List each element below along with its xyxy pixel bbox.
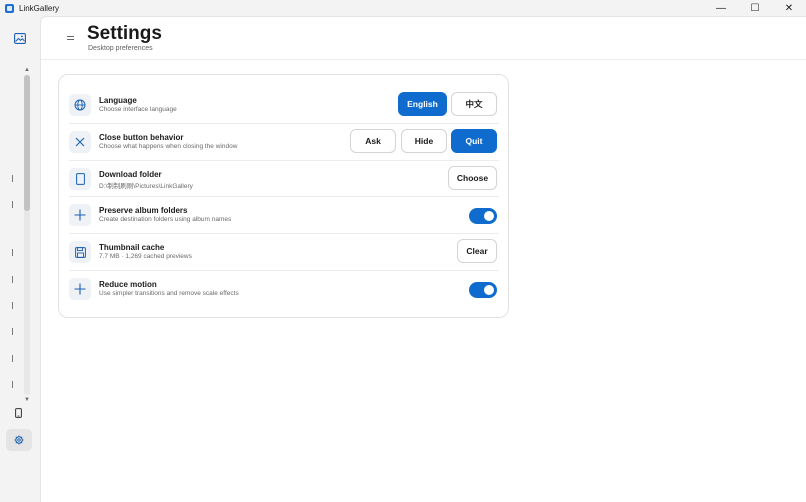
reduce-motion-icon-box bbox=[69, 278, 91, 300]
setting-row-download-folder: Download folder D:\制制刷刷\Pictures\LinkGal… bbox=[69, 160, 499, 196]
thumbnail-cache-icon-box bbox=[69, 241, 91, 263]
toggle-knob bbox=[484, 285, 494, 295]
setting-title: Download folder bbox=[99, 170, 162, 179]
setting-row-thumbnail-cache: Thumbnail cache 7.7 MB · 1,269 cached pr… bbox=[69, 233, 499, 269]
title-bar: LinkGallery — ☐ ✕ bbox=[0, 0, 806, 16]
setting-title: Language bbox=[99, 96, 137, 105]
language-icon-box bbox=[69, 94, 91, 116]
setting-description: Choose what happens when closing the win… bbox=[99, 143, 238, 150]
maximize-button[interactable]: ☐ bbox=[738, 0, 772, 16]
reduce-motion-toggle[interactable] bbox=[469, 282, 497, 298]
scrollbar-thumb[interactable] bbox=[24, 75, 30, 211]
minimize-button[interactable]: — bbox=[704, 0, 738, 16]
page-title: Settings bbox=[87, 23, 162, 44]
cache-size-info: 7.7 MB · 1,269 cached previews bbox=[99, 253, 192, 260]
setting-title: Close button behavior bbox=[99, 133, 184, 142]
phone-icon bbox=[14, 408, 22, 418]
sidebar-item-collapsed[interactable] bbox=[12, 302, 16, 309]
setting-row-language: Language Choose interface language Engli… bbox=[69, 87, 499, 123]
close-icon bbox=[75, 137, 85, 147]
setting-title: Thumbnail cache bbox=[99, 243, 165, 252]
sidebar: ▲ ▼ bbox=[0, 16, 40, 502]
sidebar-item-collapsed[interactable] bbox=[12, 381, 16, 388]
scrollbar-track[interactable] bbox=[24, 75, 30, 395]
window-controls: — ☐ ✕ bbox=[704, 0, 806, 16]
clear-cache-button[interactable]: Clear bbox=[457, 239, 497, 263]
setting-title: Preserve album folders bbox=[99, 206, 188, 215]
save-icon bbox=[74, 246, 86, 258]
choose-folder-button[interactable]: Choose bbox=[448, 166, 497, 190]
toggle-knob bbox=[484, 211, 494, 221]
sidebar-item-collapsed[interactable] bbox=[12, 355, 16, 362]
close-ask-button[interactable]: Ask bbox=[350, 129, 396, 153]
app-logo-icon bbox=[5, 3, 14, 13]
language-english-button[interactable]: English bbox=[398, 92, 447, 116]
setting-title: Reduce motion bbox=[99, 280, 157, 289]
sidebar-item-collapsed[interactable] bbox=[12, 175, 16, 182]
preserve-album-icon-box bbox=[69, 204, 91, 226]
language-chinese-button[interactable]: 中文 bbox=[451, 92, 497, 116]
sidebar-item-collapsed[interactable] bbox=[12, 328, 16, 335]
download-folder-icon-box bbox=[69, 168, 91, 190]
close-window-button[interactable]: ✕ bbox=[772, 0, 806, 16]
image-icon bbox=[14, 32, 26, 44]
sidebar-item-collapsed[interactable] bbox=[12, 201, 16, 208]
menu-icon bbox=[66, 36, 74, 40]
plus-icon bbox=[74, 209, 86, 221]
sidebar-item-collapsed[interactable] bbox=[12, 249, 16, 256]
gear-icon bbox=[14, 435, 24, 445]
sidebar-item-collapsed[interactable] bbox=[12, 276, 16, 283]
setting-row-preserve-album: Preserve album folders Create destinatio… bbox=[69, 196, 499, 232]
sidebar-item-settings[interactable] bbox=[6, 429, 32, 451]
download-folder-path: D:\制制刷刷\Pictures\LinkGallery bbox=[99, 183, 193, 190]
menu-button[interactable] bbox=[63, 31, 77, 45]
page-subtitle: Desktop preferences bbox=[88, 45, 153, 52]
main-content: Settings Desktop preferences Language Ch… bbox=[40, 16, 806, 502]
page-header: Settings Desktop preferences bbox=[41, 17, 806, 60]
preserve-album-toggle[interactable] bbox=[469, 208, 497, 224]
app-title: LinkGallery bbox=[19, 3, 60, 13]
setting-description: Use simpler transitions and remove scale… bbox=[99, 290, 239, 297]
close-behavior-icon-box bbox=[69, 131, 91, 153]
setting-description: Create destination folders using album n… bbox=[99, 216, 232, 223]
scroll-up-icon[interactable]: ▲ bbox=[22, 66, 32, 74]
close-hide-button[interactable]: Hide bbox=[401, 129, 447, 153]
scroll-down-icon[interactable]: ▼ bbox=[22, 396, 32, 404]
folder-icon bbox=[75, 173, 85, 185]
settings-card: Language Choose interface language Engli… bbox=[58, 74, 509, 318]
sidebar-item-phone[interactable] bbox=[12, 406, 24, 420]
close-quit-button[interactable]: Quit bbox=[451, 129, 497, 153]
setting-row-reduce-motion: Reduce motion Use simpler transitions an… bbox=[69, 270, 499, 306]
plus-icon bbox=[74, 283, 86, 295]
sidebar-item-gallery[interactable] bbox=[10, 28, 30, 48]
setting-description: Choose interface language bbox=[99, 106, 177, 113]
setting-row-close-behavior: Close button behavior Choose what happen… bbox=[69, 123, 499, 159]
sidebar-scrollbar[interactable]: ▲ ▼ bbox=[22, 66, 32, 404]
globe-icon bbox=[74, 99, 86, 111]
